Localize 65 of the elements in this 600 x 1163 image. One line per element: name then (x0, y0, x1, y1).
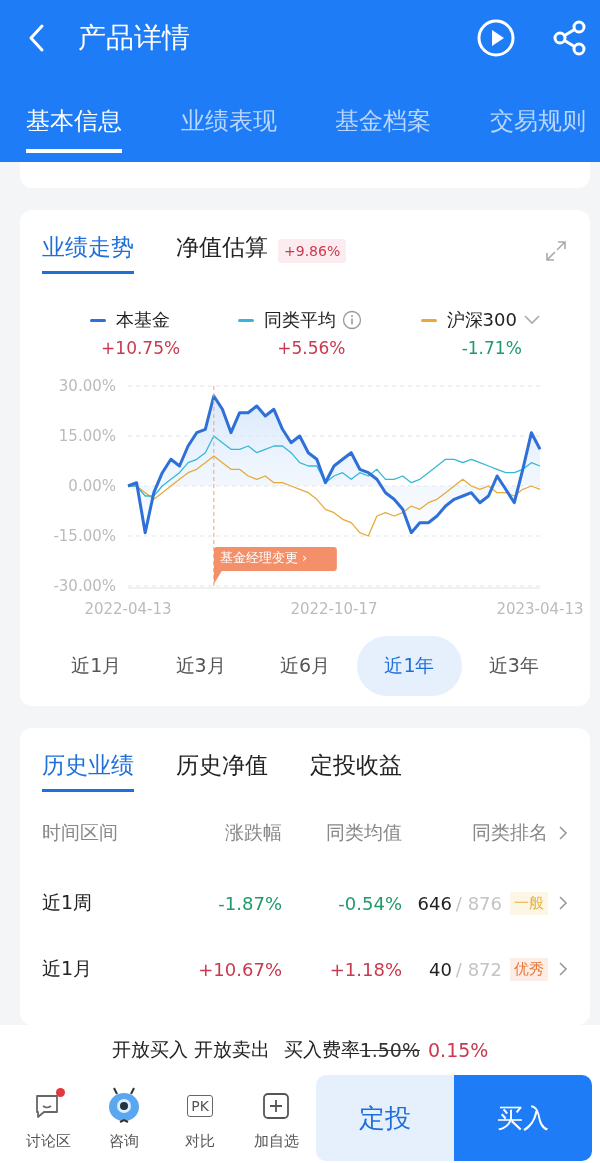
legend-label: 本基金 (115, 308, 170, 332)
column-header: 涨跌幅 (224, 820, 282, 845)
table-cell-text: +1.18% (328, 958, 402, 980)
action-button[interactable]: 买入 (454, 1075, 592, 1161)
period-button[interactable]: 近3年 (461, 636, 567, 696)
x-axis-label: 2022-04-13 (84, 600, 172, 618)
table-cell-text: +10.67% (197, 958, 282, 980)
y-axis-label: 15.00% (58, 427, 116, 445)
original-fee: 1.50% (359, 1039, 420, 1061)
chevron-right-icon[interactable] (558, 895, 568, 911)
expand-icon[interactable] (544, 239, 568, 263)
legend-value: +5.56% (276, 338, 346, 358)
table-cell-text: -0.54% (337, 892, 402, 914)
play-icon[interactable] (476, 17, 516, 58)
rank-total: / 872 (455, 958, 502, 980)
estimate-badge: +9.86% (278, 239, 347, 263)
section-tab[interactable]: 历史业绩 (42, 746, 134, 792)
table-cell-text: 近1月 (42, 956, 94, 981)
tool-label[interactable]: 对比 (185, 1131, 215, 1151)
section-tab[interactable]: 业绩走势 (42, 228, 134, 274)
share-icon[interactable] (552, 19, 588, 56)
column-header: 时间区间 (42, 820, 119, 845)
period-button[interactable]: 近1月 (44, 636, 149, 696)
fee-label: 买入费率 (283, 1037, 360, 1062)
rank-total: / 876 (455, 892, 502, 914)
period-button[interactable]: 近3月 (148, 636, 253, 696)
chevron-right-icon[interactable] (558, 825, 568, 841)
section-tab[interactable]: 净值估算 (176, 228, 268, 274)
page-title: 产品详情 (78, 19, 190, 56)
section-tab[interactable]: 定投收益 (310, 746, 402, 792)
table-cell-text: -1.87% (217, 892, 282, 914)
action-button[interactable]: 定投 (316, 1075, 454, 1161)
tool-label[interactable]: 咨询 (109, 1131, 139, 1151)
x-axis-label: 2023-04-13 (496, 600, 584, 618)
rank-value: 40 (428, 958, 452, 980)
chevron-down-icon[interactable] (522, 314, 541, 326)
tool-label[interactable]: 加自选 (253, 1131, 299, 1151)
mascot-icon[interactable] (106, 1085, 142, 1126)
x-axis-label: 2022-10-17 (290, 600, 378, 618)
legend-value: -1.71% (460, 338, 522, 358)
legend-label: 沪深300 (446, 308, 517, 332)
column-header[interactable]: 同类排名 (402, 820, 548, 846)
chevron-right-icon[interactable] (558, 961, 568, 977)
rating-tag: 优秀 (510, 957, 548, 981)
y-axis-label: 0.00% (68, 477, 116, 495)
rank-value: 646 (417, 892, 452, 914)
rating-tag: 一般 (510, 891, 548, 915)
nav-tab[interactable]: 基本信息 (26, 97, 122, 153)
period-button[interactable]: 近6月 (252, 636, 358, 696)
y-axis-label: -15.00% (53, 527, 116, 545)
compare-icon[interactable]: PK (187, 1094, 213, 1117)
discounted-fee: 0.15% (428, 1039, 489, 1061)
add-icon[interactable] (261, 1090, 291, 1121)
legend-value: +10.75% (100, 338, 181, 358)
section-tab[interactable]: 历史净值 (176, 746, 268, 792)
annotation: 基金经理变更 › (219, 550, 308, 565)
period-button[interactable]: 近1年 (357, 636, 462, 696)
column-header: 同类均值 (325, 820, 402, 845)
y-axis-label: 30.00% (58, 377, 116, 395)
trade-status: 开放买入 开放卖出 (111, 1037, 270, 1062)
y-axis-label: -30.00% (53, 577, 116, 595)
legend-label: 同类平均 (264, 308, 337, 332)
table-cell-text: 近1周 (42, 890, 94, 915)
tool-label[interactable]: 讨论区 (25, 1131, 71, 1151)
info-icon[interactable] (342, 310, 363, 330)
